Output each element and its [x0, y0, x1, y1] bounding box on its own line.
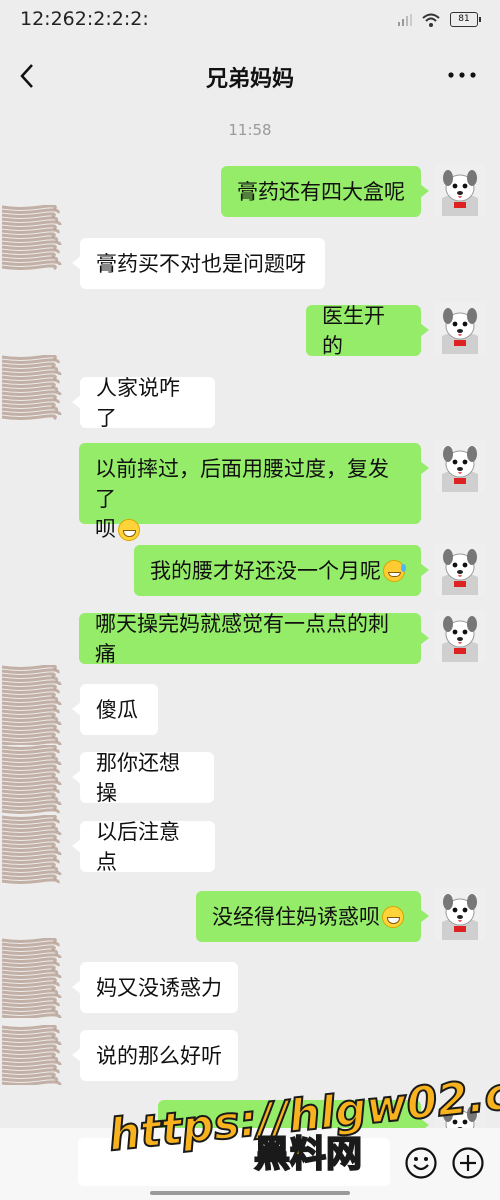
chat-title: 兄弟妈妈	[205, 67, 294, 92]
blurred-avatar-image	[1, 938, 62, 1018]
dog-avatar-image	[434, 164, 486, 216]
message-text: 人家说咋了	[96, 375, 180, 430]
wifi-icon	[422, 13, 440, 27]
dog-avatar-image	[434, 440, 486, 492]
grin-emoji-icon	[118, 519, 140, 541]
self-avatar[interactable]	[434, 543, 486, 595]
contact-avatar[interactable]	[0, 938, 66, 1018]
dog-avatar-image	[434, 610, 486, 662]
battery-icon: 81	[450, 12, 481, 27]
status-bar: 12:262:2:2:2: 81	[0, 0, 500, 40]
contact-avatar[interactable]	[0, 665, 66, 745]
message-text: 没经得住妈诱惑呗	[212, 904, 380, 929]
message-bubble-incoming[interactable]: 妈又没诱惑力	[72, 962, 238, 1013]
contact-avatar[interactable]	[0, 355, 66, 421]
message-text: 妈又没诱惑力	[96, 975, 222, 1000]
status-icons: 81	[398, 12, 481, 27]
status-time: 12:262:2:2:2:	[20, 8, 149, 30]
message-text: 傻瓜	[96, 697, 138, 722]
self-avatar[interactable]	[434, 888, 486, 940]
message-bubble-outgoing[interactable]: 我的腰才好还没一个月呢	[134, 545, 429, 596]
message-text: 膏药买不对也是问题呀	[96, 251, 306, 276]
blurred-avatar-image	[1, 745, 62, 814]
message-bubble-incoming[interactable]: 傻瓜	[72, 684, 158, 735]
message-text: 哪天操完妈就感觉有一点点的刺痛	[95, 611, 389, 666]
message-bubble-outgoing[interactable]: 膏药还有四大盒呢	[221, 166, 429, 217]
blurred-avatar-image	[1, 1025, 62, 1085]
more-options-icon[interactable]	[446, 60, 478, 90]
message-bubble-outgoing[interactable]: 医生开的	[306, 304, 429, 358]
message-text: 我的腰才好还没一个月呢	[150, 558, 381, 583]
contact-avatar[interactable]	[0, 1025, 66, 1085]
message-text: 以后注意点	[96, 819, 180, 874]
grin-emoji-icon	[382, 905, 404, 928]
blurred-avatar-image	[1, 355, 62, 421]
watermark-name: 黑料网	[254, 1134, 362, 1175]
home-indicator	[150, 1191, 350, 1195]
message-text: 那你还想操	[96, 750, 180, 805]
self-avatar[interactable]	[434, 440, 486, 492]
message-bubble-outgoing[interactable]: 没经得住妈诱惑呗	[196, 891, 429, 942]
watermark: https://hlgw02.com 黑料网	[105, 1066, 500, 1176]
message-bubble-incoming[interactable]: 膏药买不对也是问题呀	[72, 238, 325, 289]
laugh-cry-emoji-icon	[383, 559, 406, 582]
self-avatar[interactable]	[434, 302, 486, 354]
message-text: 医生开的	[322, 303, 385, 358]
signal-icon	[398, 13, 412, 26]
contact-avatar[interactable]	[0, 205, 66, 271]
contact-avatar[interactable]	[0, 745, 66, 815]
message-text-line1: 以前摔过，后面用腰过度，复发了	[95, 457, 389, 511]
message-bubble-outgoing[interactable]: 哪天操完妈就感觉有一点点的刺痛	[79, 612, 429, 666]
blurred-avatar-image	[1, 815, 62, 884]
message-text: 膏药还有四大盒呢	[237, 179, 405, 204]
self-avatar[interactable]	[434, 610, 486, 662]
contact-avatar[interactable]	[0, 815, 66, 885]
message-bubble-outgoing[interactable]: 以前摔过，后面用腰过度，复发了 呗	[79, 443, 429, 541]
dog-avatar-image	[434, 543, 486, 595]
message-text-line2: 呗	[95, 514, 405, 544]
self-avatar[interactable]	[434, 164, 486, 216]
message-bubble-incoming[interactable]: 人家说咋了	[72, 376, 215, 430]
blurred-avatar-image	[1, 205, 62, 271]
message-timestamp: 11:58	[228, 121, 272, 139]
dog-avatar-image	[434, 302, 486, 354]
blurred-avatar-image	[1, 665, 62, 745]
message-bubble-incoming[interactable]: 那你还想操	[72, 751, 214, 805]
dog-avatar-image	[434, 888, 486, 940]
nav-bar: 兄弟妈妈	[0, 40, 500, 110]
message-bubble-incoming[interactable]: 以后注意点	[72, 820, 215, 874]
